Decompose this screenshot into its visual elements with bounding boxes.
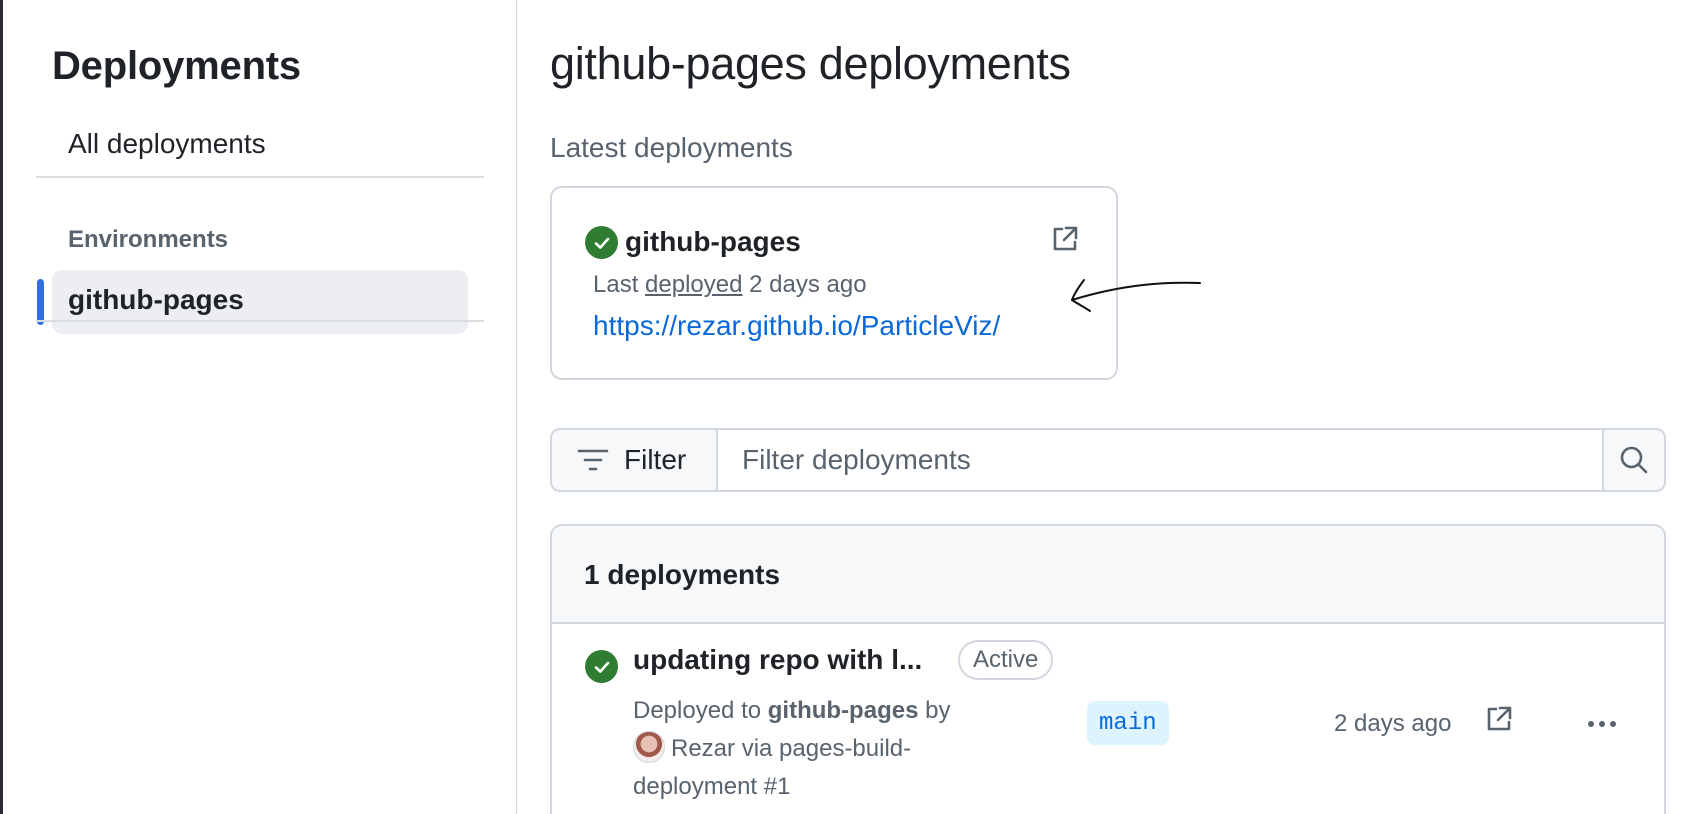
external-link-icon[interactable] xyxy=(1050,224,1080,259)
last-deployed-meta: Last deployed 2 days ago xyxy=(593,271,867,299)
sidebar-item-all-deployments[interactable]: All deployments xyxy=(68,128,266,160)
status-badge: Active xyxy=(958,640,1054,680)
more-options-icon[interactable] xyxy=(1582,706,1622,742)
deployment-environment: github-pages xyxy=(767,697,919,724)
user-name[interactable]: Rezar xyxy=(671,735,735,762)
filter-icon xyxy=(577,449,609,471)
filter-deployments-input[interactable] xyxy=(718,430,1602,490)
deployment-description: Deployed to github-pages by Rezar via pa… xyxy=(633,692,993,806)
external-link-icon[interactable] xyxy=(1484,704,1514,739)
deployments-list: 1 deployments updating repo with l... Ac… xyxy=(550,524,1666,814)
avatar[interactable] xyxy=(633,730,665,763)
by-text: by xyxy=(925,697,951,724)
search-icon xyxy=(1620,446,1648,474)
filter-button[interactable]: Filter xyxy=(552,430,718,490)
sidebar-item-label: github-pages xyxy=(68,284,244,315)
list-header: 1 deployments xyxy=(552,526,1664,624)
latest-deployments-heading: Latest deployments xyxy=(550,132,793,163)
sidebar-divider xyxy=(36,176,484,178)
success-check-icon xyxy=(585,226,618,259)
deployed-to-prefix: Deployed to xyxy=(633,697,762,724)
branch-badge[interactable]: main xyxy=(1087,701,1169,745)
search-button[interactable] xyxy=(1602,430,1664,490)
deployment-title[interactable]: updating repo with l... xyxy=(633,644,922,676)
sidebar-title: Deployments xyxy=(52,44,301,88)
sidebar-divider xyxy=(36,320,484,322)
success-check-icon xyxy=(585,650,618,683)
deployments-count: 1 deployments xyxy=(584,559,781,590)
deployment-url-link[interactable]: https://rezar.github.io/ParticleViz/ xyxy=(593,310,1000,342)
filter-bar: Filter xyxy=(550,428,1666,492)
hand-drawn-arrow xyxy=(1071,279,1201,312)
sidebar-section-environments: Environments xyxy=(68,226,229,253)
environment-name[interactable]: github-pages xyxy=(625,226,801,258)
meta-time: 2 days ago xyxy=(749,271,867,298)
active-indicator xyxy=(37,279,44,325)
meta-prefix: Last xyxy=(593,271,639,298)
latest-deployment-card: github-pages Last deployed 2 days ago ht… xyxy=(550,186,1118,380)
page-title: github-pages deployments xyxy=(550,38,1071,89)
deployed-link[interactable]: deployed xyxy=(645,271,742,298)
sidebar: Deployments All deployments Environments… xyxy=(3,0,517,814)
filter-button-label: Filter xyxy=(624,444,687,475)
deployment-time: 2 days ago xyxy=(1334,710,1452,737)
